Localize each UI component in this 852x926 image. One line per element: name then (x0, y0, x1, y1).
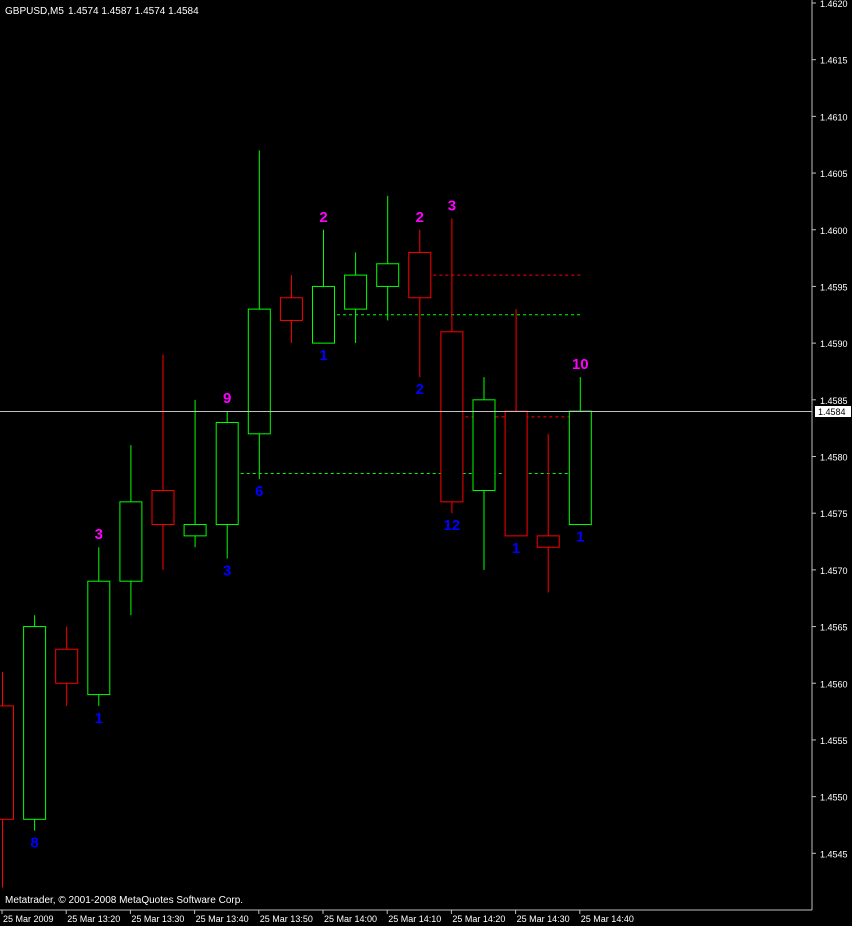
candle-body (312, 285, 335, 344)
top-count-label: 2 (416, 209, 424, 226)
bottom-count-label: 2 (416, 381, 424, 398)
price-tick-label: 1.4545 (820, 849, 848, 859)
candle-body (151, 490, 175, 526)
candle-body (215, 421, 239, 526)
top-count-label: 9 (223, 390, 231, 407)
candle-body (87, 580, 111, 696)
top-count-label: 10 (572, 356, 589, 373)
price-tick-label: 1.4605 (820, 169, 848, 179)
bottom-count-label: 8 (30, 835, 38, 852)
time-tick-label: 25 Mar 13:50 (260, 914, 313, 924)
bottom-count-label: 1 (319, 347, 327, 364)
top-count-label: 3 (95, 526, 103, 543)
candle-body (408, 251, 432, 299)
current-price-label: 1.4584 (818, 407, 846, 417)
candle-body (23, 626, 47, 820)
top-count-label: 2 (319, 209, 327, 226)
price-tick-label: 1.4600 (820, 226, 848, 236)
chart-background (0, 0, 852, 926)
candle-body (568, 410, 592, 526)
price-tick-label: 1.4550 (820, 793, 848, 803)
bottom-count-label: 6 (255, 483, 263, 500)
time-tick-label: 25 Mar 14:30 (517, 914, 570, 924)
price-tick-label: 1.4615 (820, 56, 848, 66)
bottom-count-label: 1 (95, 710, 103, 727)
copyright-text: Metatrader, © 2001-2008 MetaQuotes Softw… (5, 895, 243, 906)
time-tick-label: 25 Mar 14:10 (388, 914, 441, 924)
price-tick-label: 1.4585 (820, 396, 848, 406)
time-tick-label: 25 Mar 13:40 (196, 914, 249, 924)
price-tick-label: 1.4610 (820, 112, 848, 122)
price-tick-label: 1.4620 (820, 0, 848, 9)
candle-body (344, 274, 368, 310)
candle-body (440, 331, 464, 503)
price-tick-label: 1.4560 (820, 679, 848, 689)
price-tick-label: 1.4595 (820, 282, 848, 292)
time-tick-label: 25 Mar 14:20 (452, 914, 505, 924)
candle-body (536, 535, 560, 548)
time-tick-label: 25 Mar 13:20 (67, 914, 120, 924)
candle-body (119, 501, 143, 582)
candle-body (472, 399, 496, 492)
chart-symbol-header: GBPUSD,M5 (5, 6, 64, 17)
candle-body (376, 263, 400, 287)
candle-body (279, 297, 303, 321)
bottom-count-label: 1 (576, 529, 584, 546)
price-tick-label: 1.4570 (820, 566, 848, 576)
price-chart[interactable]: 392 23108136121211 1.4584 1.46201.46151.4… (0, 0, 852, 926)
time-tick-label: 25 Mar 13:30 (131, 914, 184, 924)
price-tick-label: 1.4555 (820, 736, 848, 746)
time-tick-label: 25 Mar 14:40 (581, 914, 634, 924)
price-tick-label: 1.4565 (820, 623, 848, 633)
bottom-count-label: 1 (512, 540, 520, 557)
top-count-label: 3 (448, 197, 456, 214)
candle-body (0, 705, 14, 820)
chart-ohlc-header: 1.4574 1.4587 1.4574 1.4584 (68, 6, 199, 17)
candle-body (55, 648, 79, 684)
price-tick-label: 1.4590 (820, 339, 848, 349)
time-tick-label: 25 Mar 14:00 (324, 914, 377, 924)
price-tick-label: 1.4580 (820, 453, 848, 463)
candle-body (504, 410, 528, 537)
price-tick-label: 1.4575 (820, 509, 848, 519)
candle-body (183, 524, 207, 537)
bottom-count-label: 12 (444, 517, 461, 534)
bottom-count-label: 3 (223, 563, 231, 580)
candle-body (247, 308, 271, 435)
time-tick-label: 25 Mar 2009 (3, 914, 54, 924)
